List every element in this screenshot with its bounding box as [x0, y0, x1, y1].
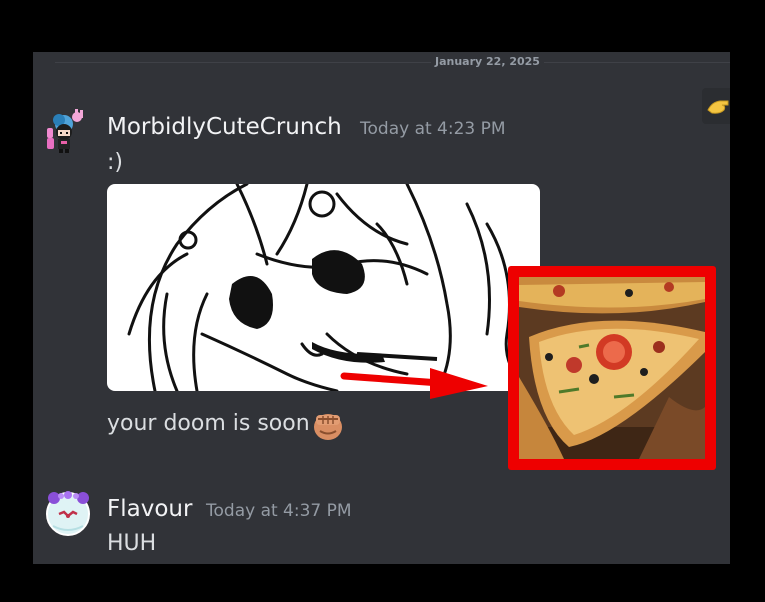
username[interactable]: Flavour — [107, 495, 192, 523]
pixel-character-avatar-icon — [47, 109, 83, 153]
pizza-icon — [519, 277, 705, 459]
hand-emoji-icon[interactable] — [702, 88, 730, 124]
sketch-drawing-icon — [127, 184, 529, 391]
avatar-flavour[interactable] — [45, 490, 91, 536]
cat-avatar-icon — [46, 491, 90, 536]
message-timestamp[interactable]: Today at 4:23 PM — [360, 118, 506, 140]
fist-emoji-icon — [310, 407, 346, 443]
message-toolbar[interactable] — [702, 88, 730, 124]
sketch-image-attachment[interactable] — [107, 184, 540, 391]
message-text-content: your doom is soon — [107, 411, 310, 436]
username[interactable]: MorbidlyCuteCrunch — [107, 113, 342, 141]
avatar-morbidlycutecrunch[interactable] — [41, 108, 87, 154]
date-divider-line — [55, 62, 730, 63]
message-text: HUH — [107, 531, 157, 556]
message-timestamp[interactable]: Today at 4:37 PM — [206, 500, 352, 522]
pizza-image — [519, 277, 705, 459]
message-text: your doom is soon — [107, 410, 310, 438]
annotation-callout — [508, 266, 716, 470]
message-text: :) — [107, 150, 123, 175]
date-divider-label: January 22, 2025 — [431, 55, 544, 69]
